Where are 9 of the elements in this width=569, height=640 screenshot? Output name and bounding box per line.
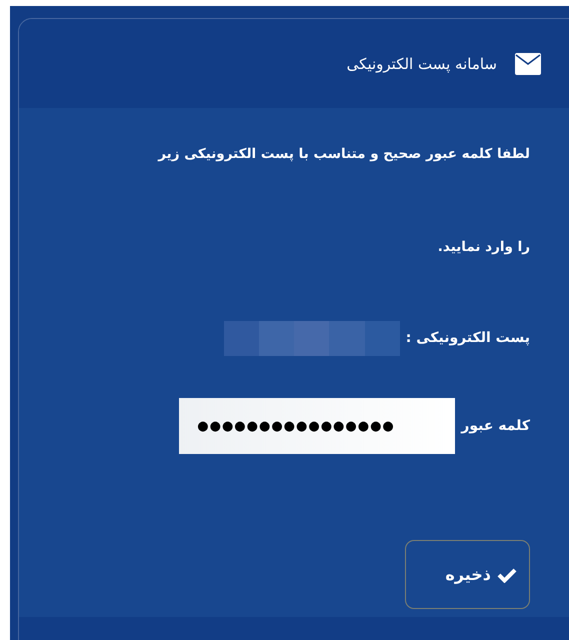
password-label: کلمه عبور [461, 418, 530, 434]
instruction-text: لطفا کلمه عبور صحیح و متناسب با پست الکترونیکی زیر [156, 145, 530, 164]
email-label: پست الکترونیکی : [406, 330, 530, 346]
save-button[interactable]: ذخیره [405, 540, 530, 609]
check-icon [497, 566, 517, 582]
panel-title: سامانه پست الکترونیکی [346, 54, 497, 72]
envelope-icon [515, 52, 541, 74]
instruction-text: را وارد نمایید. [436, 238, 530, 257]
password-field[interactable]: ●●●●●●●●●●●●●●●● [179, 398, 456, 454]
